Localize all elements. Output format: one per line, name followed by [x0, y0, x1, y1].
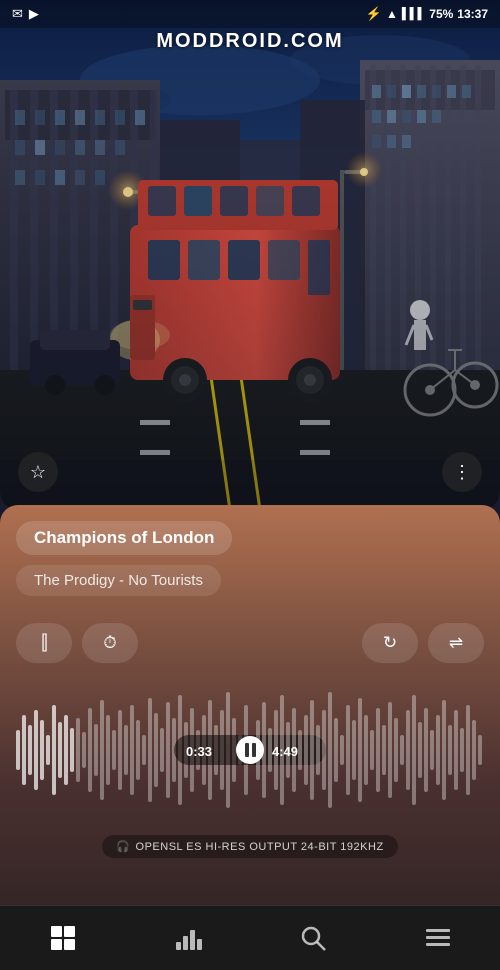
nav-menu-button[interactable] — [410, 913, 465, 963]
album-art-background — [0, 0, 500, 510]
shuffle-icon: ⇌ — [449, 633, 463, 653]
waveform-container: 0:33 4:49 — [16, 680, 484, 820]
more-options-button[interactable]: ⋮ — [442, 452, 482, 492]
bottom-navigation — [0, 905, 500, 970]
nav-bars-button[interactable] — [160, 913, 215, 963]
status-right-icons: ⚡ ▲ ▌▌▌ 75% 13:37 — [366, 6, 488, 22]
svg-text:0:33: 0:33 — [186, 744, 212, 759]
more-icon: ⋮ — [453, 462, 471, 483]
search-icon — [299, 924, 327, 952]
svg-text:4:49: 4:49 — [272, 744, 298, 759]
grid-icon — [49, 924, 77, 952]
signal-icon: ▌▌▌ — [402, 8, 425, 20]
controls-row: ⫿ ⏱ ↻ ⇌ — [16, 623, 484, 663]
clock-button[interactable]: ⏱ — [82, 623, 138, 663]
status-left-icons: ✉ ▶ — [12, 6, 39, 22]
album-art: ☆ ⋮ — [0, 0, 500, 510]
equalizer-button[interactable]: ⫿ — [16, 623, 72, 663]
status-bar: ✉ ▶ ⚡ ▲ ▌▌▌ 75% 13:37 — [0, 0, 500, 28]
wifi-icon: ▲ — [386, 7, 398, 21]
shuffle-button[interactable]: ⇌ — [428, 623, 484, 663]
play-icon: ▶ — [29, 6, 39, 22]
gmail-icon: ✉ — [12, 6, 23, 22]
nav-grid-button[interactable] — [35, 913, 90, 963]
song-album[interactable]: The Prodigy - No Tourists — [16, 565, 221, 596]
audio-output-label: OPENSL ES HI-RES OUTPUT 24-BIT 192KHZ — [136, 841, 384, 853]
repeat-button[interactable]: ↻ — [362, 623, 418, 663]
bars-chart-icon — [174, 924, 202, 952]
song-title[interactable]: Champions of London — [16, 521, 232, 555]
watermark: MODDROID.COM — [0, 30, 500, 53]
audio-output-area: 🎧 OPENSL ES HI-RES OUTPUT 24-BIT 192KHZ — [0, 835, 500, 858]
waveform-area[interactable]: 0:33 4:49 — [16, 680, 484, 820]
favorite-button[interactable]: ☆ — [18, 452, 58, 492]
equalizer-icon: ⫿ — [41, 632, 46, 655]
battery-text: 75% — [429, 7, 453, 21]
content-area: Champions of London The Prodigy - No Tou… — [0, 505, 500, 970]
audio-output-badge: 🎧 OPENSL ES HI-RES OUTPUT 24-BIT 192KHZ — [102, 835, 397, 858]
street-scene-illustration — [0, 0, 500, 510]
bluetooth-icon: ⚡ — [366, 6, 382, 22]
clock-icon: ⏱ — [103, 633, 116, 653]
star-icon: ☆ — [30, 462, 46, 483]
headphone-icon: 🎧 — [116, 840, 130, 853]
repeat-icon: ↻ — [383, 633, 397, 653]
menu-icon — [424, 924, 452, 952]
nav-search-button[interactable] — [285, 913, 340, 963]
waveform-visualization: 0:33 4:49 — [16, 680, 484, 820]
time-text: 13:37 — [457, 7, 488, 21]
